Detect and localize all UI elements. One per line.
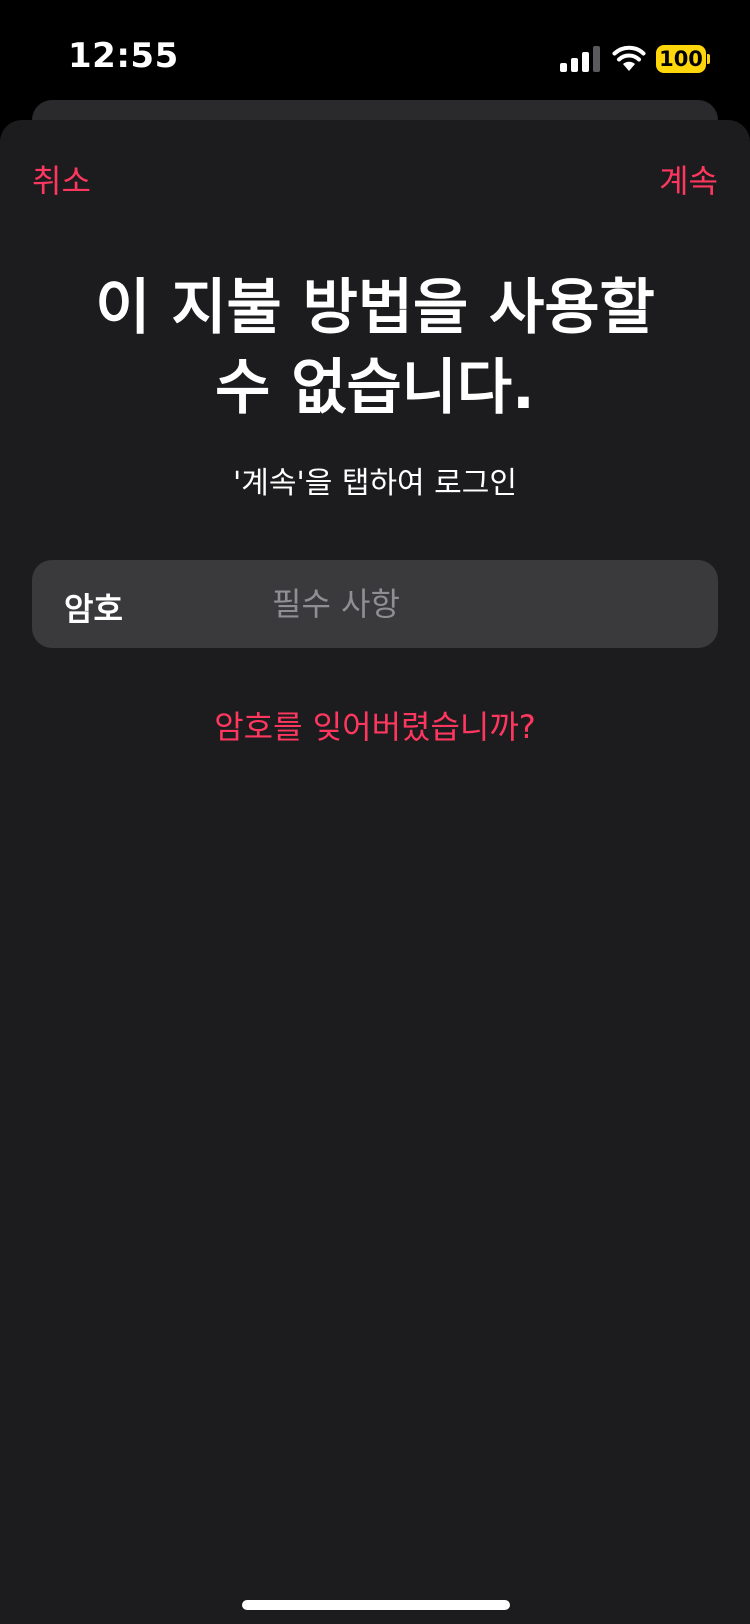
sign-in-sheet: 취소 계속 이 지불 방법을 사용할 수 없습니다. '계속'을 탭하여 로그인… — [0, 120, 750, 1624]
battery-tip — [707, 54, 710, 64]
password-row: 암호 — [32, 560, 718, 648]
title-line-1: 이 지불 방법을 사용할 — [95, 273, 655, 343]
cellular-signal-icon — [560, 46, 600, 72]
battery-level: 100 — [656, 45, 706, 73]
title-line-2: 수 없습니다. — [215, 353, 535, 423]
subtitle: '계속'을 탭하여 로그인 — [233, 466, 517, 501]
status-time: 12:55 — [68, 36, 179, 76]
password-label: 암호 — [64, 590, 123, 628]
home-indicator[interactable] — [242, 1600, 510, 1610]
password-input[interactable] — [272, 574, 692, 634]
battery-icon: 100 — [656, 45, 710, 73]
status-bar: 12:55 100 — [0, 0, 750, 100]
cancel-button[interactable]: 취소 — [32, 156, 91, 202]
screen: 12:55 100 취소 계속 이 지불 방법을 사용할 수 없습니다. '계속… — [0, 0, 750, 1624]
forgot-password-link[interactable]: 암호를 잊어버렸습니까? — [60, 702, 690, 748]
wifi-icon — [612, 45, 646, 71]
page-title: 이 지불 방법을 사용할 수 없습니다. — [60, 268, 690, 428]
continue-button[interactable]: 계속 — [659, 156, 718, 202]
